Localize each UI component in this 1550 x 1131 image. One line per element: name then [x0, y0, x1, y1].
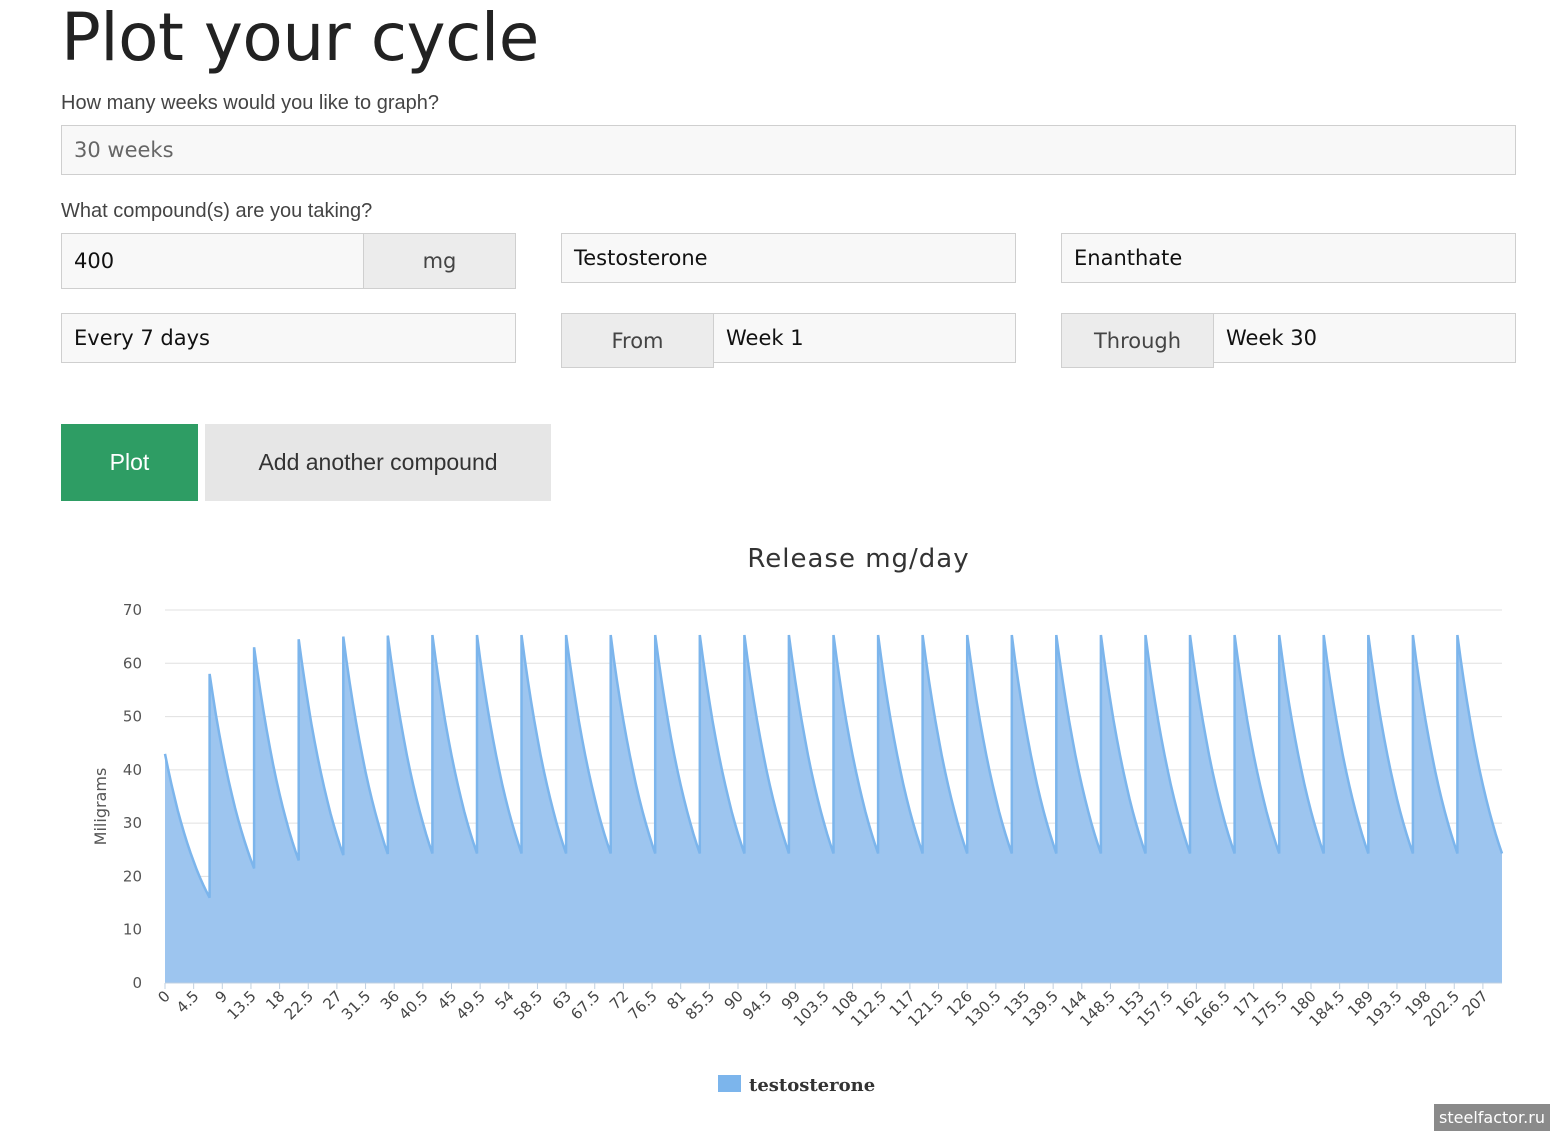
legend-label: testosterone: [749, 1075, 875, 1096]
x-tick-label: 13.5: [223, 987, 259, 1023]
x-tick-label: 49.5: [453, 987, 489, 1023]
y-tick-label: 60: [123, 654, 142, 672]
ester-select[interactable]: Enanthate: [1061, 233, 1516, 283]
y-tick-label: 20: [123, 867, 142, 885]
from-week-select[interactable]: Week 1: [713, 313, 1016, 363]
from-addon: From: [561, 313, 714, 368]
x-tick-label: 94.5: [739, 987, 775, 1023]
chart-title: Release mg/day: [747, 544, 969, 574]
x-tick-label: 67.5: [567, 987, 603, 1023]
y-tick-label: 50: [123, 708, 142, 726]
through-addon: Through: [1061, 313, 1214, 368]
x-tick-label: 207: [1459, 987, 1492, 1020]
y-tick-label: 0: [132, 974, 142, 992]
watermark: steelfactor.ru: [1434, 1104, 1550, 1131]
x-tick-label: 4.5: [173, 987, 203, 1017]
x-tick-label: 58.5: [510, 987, 546, 1023]
legend-swatch: [718, 1075, 741, 1092]
x-tick-label: 76.5: [625, 987, 661, 1023]
add-compound-button[interactable]: Add another compound: [205, 424, 551, 501]
dose-unit-addon: mg: [363, 233, 516, 289]
compound-select[interactable]: Testosterone: [561, 233, 1016, 283]
weeks-input[interactable]: 30 weeks: [61, 125, 1516, 175]
y-tick-label: 30: [123, 814, 142, 832]
y-tick-label: 40: [123, 761, 142, 779]
dose-input[interactable]: 400: [61, 233, 364, 289]
y-tick-label: 70: [123, 601, 142, 619]
page-title: Plot your cycle: [61, 0, 539, 76]
x-tick-label: 40.5: [395, 987, 431, 1023]
release-chart: Release mg/day010203040506070Miligrams0 4…: [91, 544, 1504, 1096]
x-tick-label: 0: [154, 987, 173, 1006]
through-week-select[interactable]: Week 30: [1213, 313, 1516, 363]
y-axis-label: Miligrams: [91, 768, 110, 846]
y-tick-label: 10: [123, 921, 142, 939]
x-tick-label: 22.5: [281, 987, 317, 1023]
frequency-select[interactable]: Every 7 days: [61, 313, 516, 363]
weeks-question-label: How many weeks would you like to graph?: [61, 92, 439, 114]
plot-button[interactable]: Plot: [61, 424, 198, 501]
compound-question-label: What compound(s) are you taking?: [61, 200, 373, 222]
x-tick-label: 85.5: [682, 987, 718, 1023]
x-tick-label: 9: [212, 987, 231, 1006]
x-tick-label: 31.5: [338, 987, 374, 1023]
